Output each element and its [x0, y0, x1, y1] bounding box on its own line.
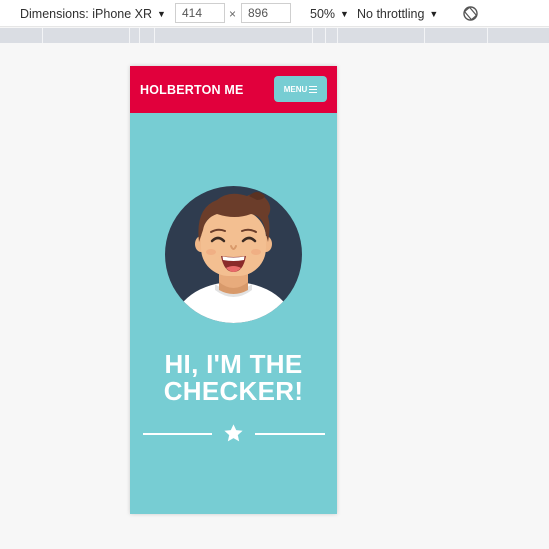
- avatar: [165, 186, 302, 323]
- ruler-tick: [154, 28, 155, 43]
- media-query-ruler[interactable]: [0, 28, 549, 43]
- hero-title: HI, I'M THE CHECKER!: [130, 351, 337, 405]
- devtools-device-toolbar: Dimensions: iPhone XR ▼ 414 × 896 50% ▼ …: [0, 0, 549, 27]
- site-logo[interactable]: HOLBERTON ME: [140, 66, 244, 113]
- zoom-select-label: 50%: [310, 6, 336, 21]
- zoom-select[interactable]: 50% ▼: [310, 0, 349, 27]
- ruler-tick: [129, 28, 130, 43]
- hamburger-icon: [309, 85, 318, 93]
- ruler-tick: [424, 28, 425, 43]
- ruler-tick: [337, 28, 338, 43]
- ruler-tick: [312, 28, 313, 43]
- divider-line-left: [143, 433, 212, 435]
- throttling-select-label: No throttling: [357, 6, 425, 21]
- times-icon: ×: [229, 6, 237, 21]
- rotate-icon[interactable]: [462, 5, 479, 22]
- hero-title-line2: CHECKER!: [163, 376, 304, 406]
- menu-button[interactable]: MENU: [274, 76, 327, 102]
- ruler-tick: [42, 28, 43, 43]
- hero-title-line1: HI, I'M THE: [164, 349, 303, 379]
- width-input[interactable]: 414: [175, 3, 225, 23]
- device-select[interactable]: Dimensions: iPhone XR ▼: [20, 0, 166, 27]
- divider-line-right: [255, 433, 325, 435]
- ruler-tick: [487, 28, 488, 43]
- height-input[interactable]: 896: [241, 3, 291, 23]
- chevron-down-icon: ▼: [429, 8, 439, 19]
- ruler-tick: [139, 28, 140, 43]
- chevron-down-icon: ▼: [157, 8, 166, 19]
- star-icon: [224, 424, 243, 442]
- device-select-label: Dimensions: iPhone XR: [20, 6, 153, 21]
- menu-button-label: MENU: [283, 84, 308, 94]
- emulated-page: HOLBERTON ME MENU HI, I'M THE CHECKER!: [130, 66, 337, 514]
- chevron-down-icon: ▼: [340, 8, 349, 19]
- site-header: HOLBERTON ME MENU: [130, 66, 337, 113]
- throttling-select[interactable]: No throttling ▼: [357, 0, 438, 27]
- ruler-tick: [325, 28, 326, 43]
